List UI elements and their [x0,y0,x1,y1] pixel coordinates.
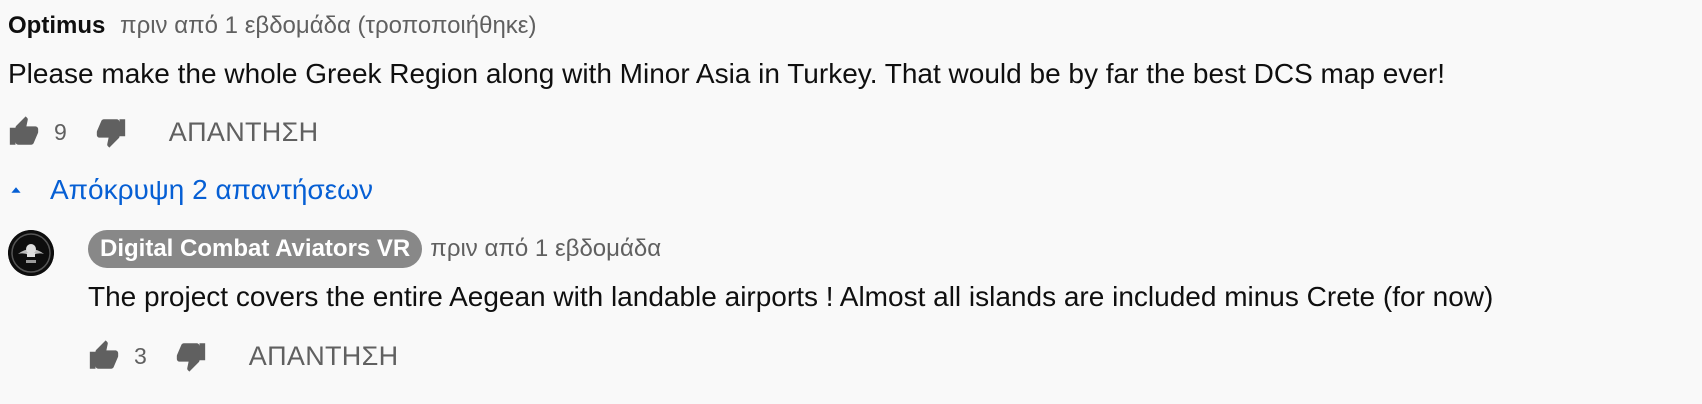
hide-replies-toggle[interactable]: Απόκρυψη 2 απαντήσεων [4,170,373,210]
thumbs-down-icon [176,343,205,372]
reply-button[interactable]: ΑΠΑΝΤΗΣΗ [169,117,319,148]
comment-author[interactable]: Optimus [8,12,105,39]
reply-like-count: 3 [134,342,147,369]
like-count: 9 [54,118,67,145]
comment-header: Optimus πριν από 1 εβδομάδα (τροποποιήθη… [8,10,537,42]
avatar[interactable] [8,230,54,276]
reply-action-bar: 3 ΑΠΑΝΤΗΣΗ [84,336,398,376]
thumbs-up-icon [89,340,119,369]
comment-action-bar: 9 ΑΠΑΝΤΗΣΗ [4,112,318,152]
reply-reply-button[interactable]: ΑΠΑΝΤΗΣΗ [249,341,399,372]
reply-header: Digital Combat Aviators VR πριν από 1 εβ… [88,229,661,269]
thumbs-up-icon [9,116,39,145]
hide-replies-label: Απόκρυψη 2 απαντήσεων [50,174,374,205]
reply-dislike-button[interactable] [171,336,211,376]
comment-text: Please make the whole Greek Region along… [8,58,1446,89]
reply-timestamp[interactable]: πριν από 1 εβδομάδα [430,235,661,263]
comment-timestamp[interactable]: πριν από 1 εβδομάδα (τροποποιήθηκε) [120,12,536,39]
thumbs-down-icon [96,119,125,148]
like-button[interactable] [4,112,44,152]
caret-up-icon [4,178,28,202]
reply-author-chip[interactable]: Digital Combat Aviators VR [88,230,423,268]
channel-logo-icon [8,230,54,276]
reply-like-button[interactable] [84,336,124,376]
dislike-button[interactable] [91,112,131,152]
reply-text: The project covers the entire Aegean wit… [88,281,1494,312]
